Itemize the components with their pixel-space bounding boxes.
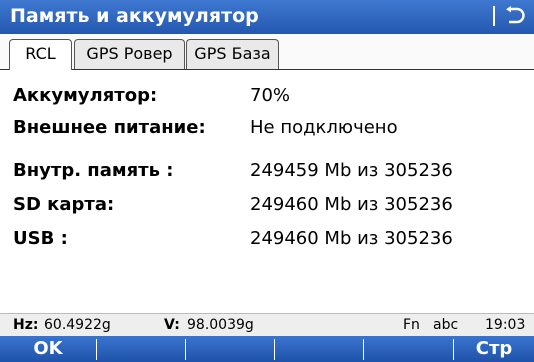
clock: 19:03: [485, 317, 526, 333]
external-power-label: Внешнее питание:: [13, 117, 206, 138]
hz-label: Hz:: [13, 317, 39, 333]
internal-memory-value: 249459 Mb из 305236: [250, 160, 453, 181]
softkey-bar: OK Стр: [0, 336, 534, 362]
sd-card-value: 249460 Mb из 305236: [250, 194, 453, 215]
softkey-f2[interactable]: [97, 336, 185, 362]
softkey-f3[interactable]: [186, 336, 274, 362]
ok-button[interactable]: OK: [0, 336, 96, 362]
back-arrow-icon: [506, 6, 525, 24]
battery-value: 70%: [250, 85, 291, 106]
status-bar: Hz: 60.4922g V: 98.0039g Fn abc 19:03: [0, 313, 534, 336]
page-button[interactable]: Стр: [454, 336, 534, 362]
window-title: Память и аккумулятор: [10, 5, 259, 27]
softkey-f4[interactable]: [275, 336, 363, 362]
softkey-f5[interactable]: [364, 336, 453, 362]
input-mode-indicator: abc: [433, 317, 459, 333]
internal-memory-label: Внутр. память :: [13, 160, 174, 181]
back-button[interactable]: [500, 3, 528, 29]
tab-gps-rover[interactable]: GPS Ровер: [74, 39, 185, 69]
battery-label: Аккумулятор:: [13, 85, 158, 106]
v-label: V:: [164, 317, 180, 333]
title-bar: Память и аккумулятор: [0, 0, 534, 34]
tab-gps-base[interactable]: GPS База: [186, 39, 279, 69]
tab-underline: [0, 69, 534, 70]
title-divider: [493, 6, 495, 26]
fn-indicator: Fn: [403, 317, 420, 333]
tab-rcl[interactable]: RCL: [9, 39, 72, 70]
hz-value: 60.4922g: [44, 317, 111, 333]
usb-label: USB :: [13, 228, 68, 249]
external-power-value: Не подключено: [250, 117, 398, 138]
usb-value: 249460 Mb из 305236: [250, 228, 453, 249]
v-value: 98.0039g: [187, 317, 254, 333]
tab-bar: RCL GPS Ровер GPS База: [0, 34, 534, 70]
sd-card-label: SD карта:: [13, 194, 115, 215]
